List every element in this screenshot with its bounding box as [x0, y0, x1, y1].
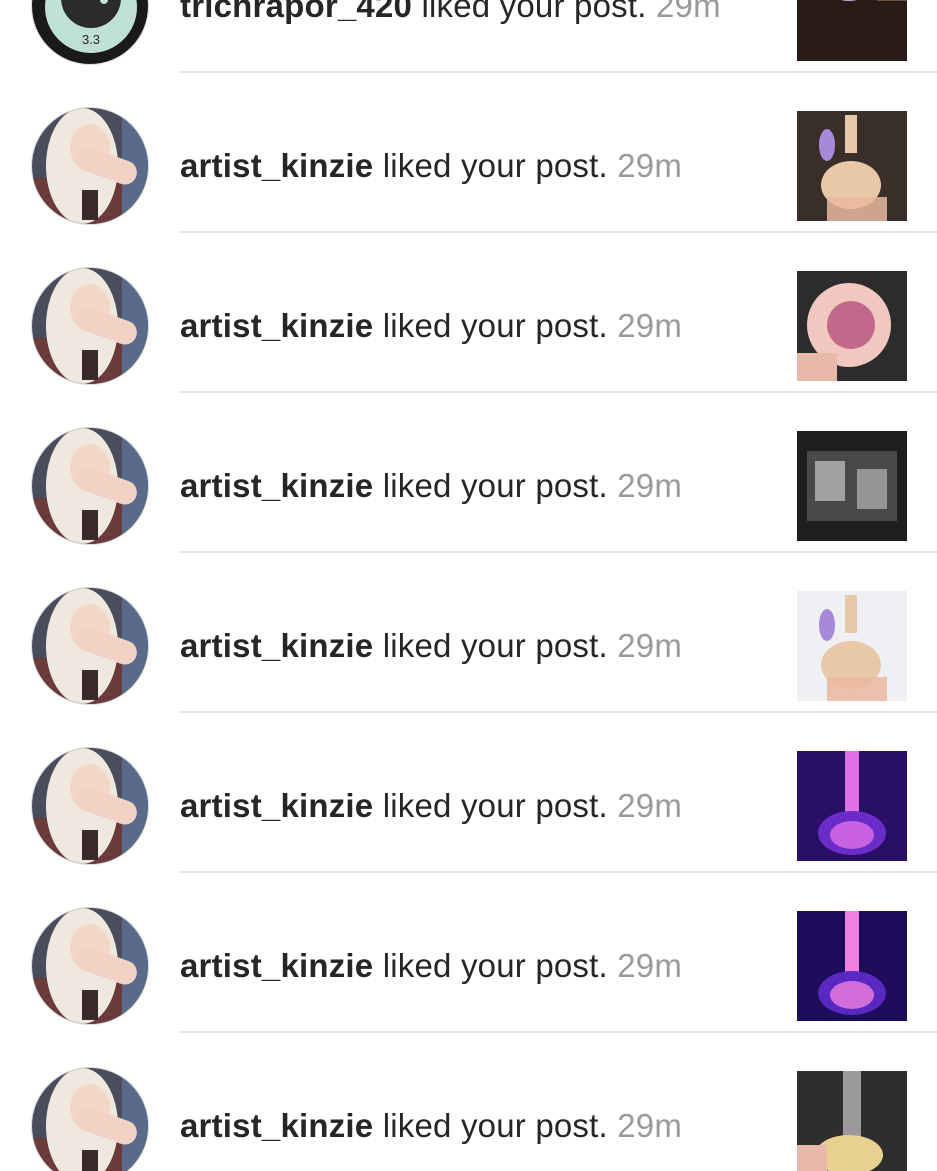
username-link[interactable]: artist_kinzie [180, 947, 373, 984]
uv-glass-thumbnail [797, 911, 907, 1021]
post-thumbnail[interactable] [797, 271, 907, 381]
notification-text: artist_kinzie liked your post. 29m [180, 466, 682, 506]
notification-action: liked your post. [373, 627, 608, 664]
notification-action: liked your post. [373, 1107, 608, 1144]
notification-action: liked your post. [373, 307, 608, 344]
notification-row[interactable]: artist_kinzie liked your post. 29m [0, 73, 937, 233]
timestamp: 29m [646, 0, 721, 24]
post-thumbnail[interactable] [797, 591, 907, 701]
notification-text: trichrapor_420 liked your post. 29m [180, 0, 721, 26]
username-link[interactable]: trichrapor_420 [180, 0, 412, 24]
notification-text: artist_kinzie liked your post. 29m [180, 1106, 682, 1146]
notification-action: liked your post. [373, 147, 608, 184]
notification-action: liked your post. [373, 947, 608, 984]
timestamp: 29m [607, 147, 683, 184]
avatar-label: 3.3 [82, 32, 100, 47]
glass-rig-thumbnail [797, 591, 907, 701]
notification-text: artist_kinzie liked your post. 29m [180, 786, 682, 826]
avatar[interactable] [31, 587, 149, 705]
notification-row[interactable]: 3.3 trichrapor_420 liked your post. 29m [0, 0, 937, 73]
activity-feed: 3.3 trichrapor_420 liked your post. 29m ar… [0, 0, 937, 1171]
avatar[interactable] [31, 267, 149, 385]
notification-action: liked your post. [412, 0, 647, 24]
post-thumbnail[interactable] [797, 431, 907, 541]
notification-text: artist_kinzie liked your post. 29m [180, 146, 682, 186]
username-link[interactable]: artist_kinzie [180, 307, 373, 344]
pink-glass-thumbnail [797, 0, 907, 61]
timestamp: 29m [607, 787, 683, 824]
username-link[interactable]: artist_kinzie [180, 1107, 373, 1144]
timestamp: 29m [607, 467, 683, 504]
post-thumbnail[interactable] [797, 751, 907, 861]
avatar[interactable] [31, 427, 149, 545]
username-link[interactable]: artist_kinzie [180, 147, 373, 184]
username-link[interactable]: artist_kinzie [180, 787, 373, 824]
notification-action: liked your post. [373, 787, 608, 824]
notification-row[interactable]: artist_kinzie liked your post. 29m [0, 233, 937, 393]
glass-orb-thumbnail [797, 271, 907, 381]
post-thumbnail[interactable] [797, 1071, 907, 1171]
username-link[interactable]: artist_kinzie [180, 627, 373, 664]
avatar[interactable] [31, 1067, 149, 1171]
post-thumbnail[interactable] [797, 0, 907, 61]
avatar[interactable] [31, 747, 149, 865]
notification-text: artist_kinzie liked your post. 29m [180, 626, 682, 666]
post-thumbnail[interactable] [797, 111, 907, 221]
clear-glass-thumbnail [797, 431, 907, 541]
timestamp: 29m [607, 627, 683, 664]
timestamp: 29m [607, 947, 683, 984]
uv-glass-thumbnail [797, 751, 907, 861]
notification-row[interactable]: artist_kinzie liked your post. 29m [0, 393, 937, 553]
timestamp: 29m [607, 307, 683, 344]
avatar[interactable] [31, 107, 149, 225]
avatar[interactable] [31, 907, 149, 1025]
notification-row[interactable]: artist_kinzie liked your post. 29m [0, 713, 937, 873]
notification-action: liked your post. [373, 467, 608, 504]
post-thumbnail[interactable] [797, 911, 907, 1021]
notification-text: artist_kinzie liked your post. 29m [180, 946, 682, 986]
notification-row[interactable]: artist_kinzie liked your post. 29m [0, 873, 937, 1033]
avatar-logo-icon[interactable]: 3.3 [31, 0, 149, 65]
notification-row[interactable]: artist_kinzie liked your post. 29m [0, 1033, 937, 1171]
timestamp: 29m [607, 1107, 683, 1144]
glass-rig-thumbnail [797, 111, 907, 221]
notification-text: artist_kinzie liked your post. 29m [180, 306, 682, 346]
notification-row[interactable]: artist_kinzie liked your post. 29m [0, 553, 937, 713]
username-link[interactable]: artist_kinzie [180, 467, 373, 504]
glass-tube-thumbnail [797, 1071, 907, 1171]
